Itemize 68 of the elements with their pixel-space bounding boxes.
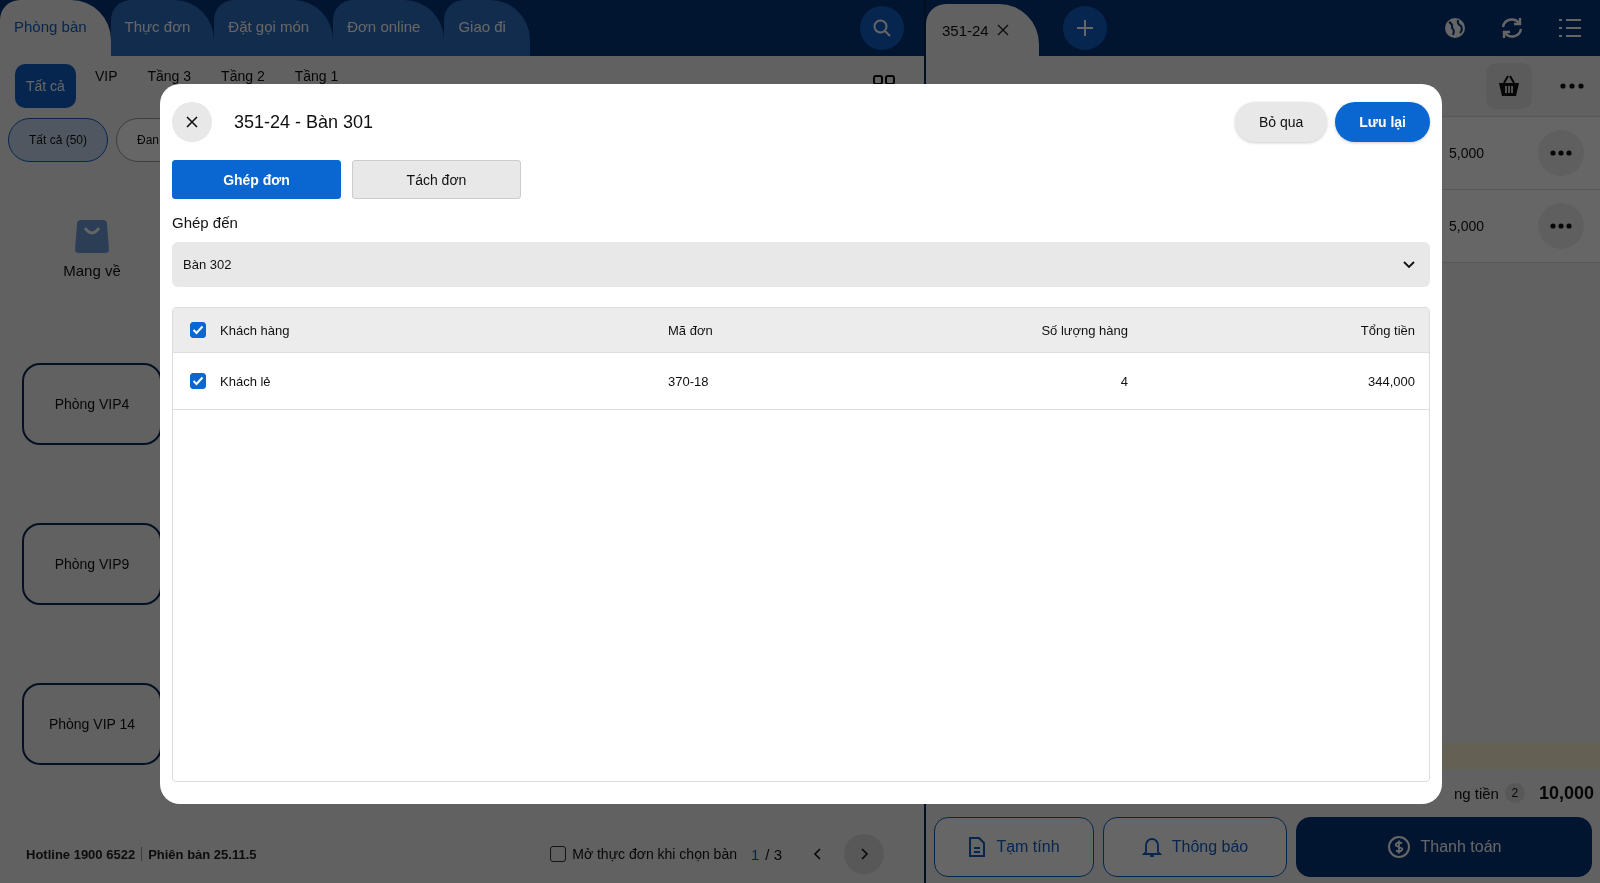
section-tab[interactable]: Đơn online [333, 0, 445, 56]
area-tab[interactable]: Tầng 1 [283, 66, 350, 86]
more-button[interactable] [1538, 203, 1584, 249]
column-header: Khách hàng [220, 322, 291, 338]
mode-tab[interactable]: Ghép đơn [172, 160, 341, 199]
action-button[interactable]: Tạm tính [934, 817, 1094, 877]
search-button[interactable] [860, 6, 904, 50]
mode-tab[interactable]: Tách đơn [352, 160, 521, 199]
document-icon [968, 836, 987, 858]
item-price: 5,000 [1448, 218, 1484, 234]
bell-icon [1141, 836, 1162, 858]
refresh-icon[interactable] [1500, 17, 1524, 39]
close-icon[interactable] [996, 24, 1009, 36]
column-header: Mã đơn [668, 322, 714, 338]
more-icon[interactable] [1560, 83, 1584, 89]
more-icon [1550, 150, 1572, 156]
table-cell-text: 4 [1119, 373, 1128, 389]
hotline-text: Hotline 1900 6522 [26, 846, 136, 862]
checkbox-label: Mở thực đơn khi chọn bàn [572, 846, 737, 862]
action-button[interactable]: Thanh toán [1296, 817, 1592, 877]
area-tab[interactable]: Tầng 3 [136, 66, 203, 86]
chevron-down-icon [1402, 259, 1416, 270]
save-button[interactable]: Lưu lại [1335, 102, 1430, 142]
section-tab[interactable]: Phòng bàn [0, 0, 111, 56]
table-cell-text: Khách lẻ [220, 373, 272, 389]
dialog-title: 351-24 - Bàn 301 [234, 111, 374, 133]
add-order-button[interactable] [1062, 6, 1107, 50]
more-button[interactable] [1538, 130, 1584, 176]
takeaway-label: Mang về [63, 262, 121, 279]
checkbox[interactable] [189, 373, 206, 389]
table-cell-text: 370-18 [668, 373, 710, 389]
table-select[interactable]: Bàn 302 [172, 242, 1430, 287]
checkbox[interactable] [189, 322, 206, 338]
order-tab[interactable]: 351-24 [926, 4, 1039, 56]
total-amount: 10,000 [1538, 782, 1594, 804]
close-icon [186, 116, 198, 128]
search-icon [872, 18, 892, 38]
plus-icon [1074, 18, 1095, 38]
chevron-left-icon [812, 847, 824, 861]
section-tab[interactable]: Đặt gọi món [214, 0, 334, 56]
page-total: / 3 [765, 845, 782, 863]
total-label: ng tiền [1453, 784, 1499, 802]
section-tab[interactable]: Thực đơn [110, 0, 215, 56]
area-tab[interactable]: Tất cả [15, 64, 76, 108]
more-icon [1550, 223, 1572, 229]
item-price: 5,000 [1448, 145, 1484, 161]
column-header: Số lượng hàng [1040, 322, 1128, 338]
version-text: Phiên bản 25.11.5 [148, 846, 257, 862]
area-tab[interactable]: VIP [83, 66, 129, 86]
menu-icon[interactable] [1558, 18, 1582, 38]
dollar-icon [1386, 835, 1411, 859]
basket-icon [1497, 75, 1521, 97]
section-tab[interactable]: Giao đi [444, 0, 530, 56]
filter-chip[interactable]: Tất cả (50) [8, 118, 109, 162]
field-label: Ghép đến [172, 214, 238, 231]
count-badge: 2 [1504, 783, 1525, 803]
bag-icon [73, 218, 111, 254]
skip-button[interactable]: Bỏ qua [1234, 102, 1328, 142]
page-current: 1 [750, 845, 760, 863]
checkbox[interactable] [550, 846, 567, 862]
close-button[interactable] [172, 102, 212, 142]
chevron-right-icon [858, 847, 870, 861]
column-header: Tổng tiền [1359, 322, 1416, 338]
basket-button[interactable] [1486, 63, 1532, 109]
area-tab[interactable]: Tầng 2 [210, 66, 276, 86]
globe-icon[interactable] [1444, 17, 1466, 39]
table-cell-text: 344,000 [1367, 373, 1416, 389]
action-button[interactable]: Thông báo [1103, 817, 1287, 877]
